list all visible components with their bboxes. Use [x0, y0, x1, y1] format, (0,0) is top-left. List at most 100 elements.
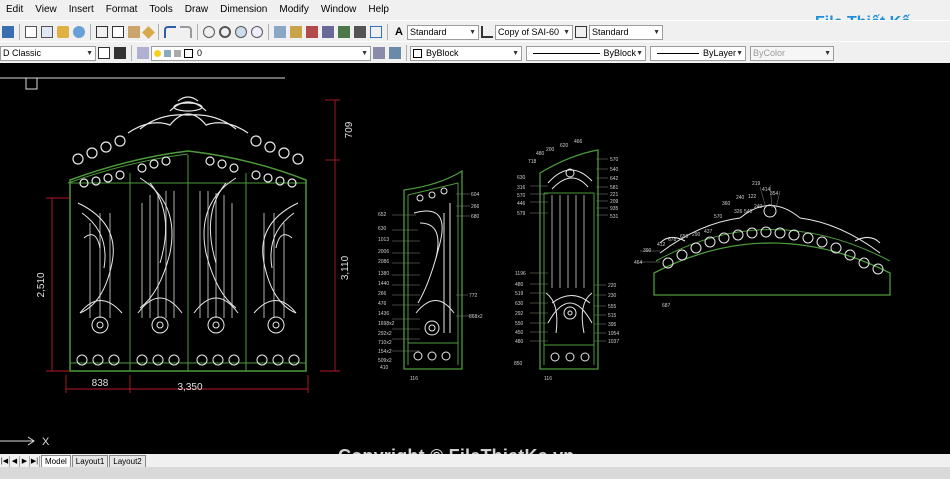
- calculator-icon[interactable]: [354, 26, 366, 38]
- last-tab-icon[interactable]: ▶|: [30, 456, 40, 467]
- menu-format[interactable]: Format: [100, 0, 144, 20]
- undo-icon[interactable]: [164, 26, 176, 38]
- sheet-set-icon[interactable]: [322, 26, 334, 38]
- linetype-preview: [533, 52, 600, 54]
- zoom-window-icon[interactable]: [235, 26, 247, 38]
- table-style-select[interactable]: Standard ▼: [589, 24, 663, 40]
- 3d-dwf-icon[interactable]: [73, 26, 85, 38]
- svg-text:209: 209: [610, 199, 619, 205]
- dim-height-panel: 2,510: [36, 272, 47, 297]
- menu-edit[interactable]: Edit: [0, 0, 29, 20]
- svg-text:680: 680: [471, 214, 480, 220]
- svg-text:630: 630: [515, 301, 524, 307]
- menu-modify[interactable]: Modify: [273, 0, 314, 20]
- menu-help[interactable]: Help: [362, 0, 395, 20]
- zoom-realtime-icon[interactable]: [219, 26, 231, 38]
- svg-text:850: 850: [514, 361, 523, 367]
- svg-text:464: 464: [634, 260, 643, 266]
- next-tab-icon[interactable]: ▶: [20, 456, 30, 467]
- match-properties-icon[interactable]: [142, 25, 155, 39]
- layer-select[interactable]: 0 ▼: [151, 45, 371, 61]
- plot-preview-icon[interactable]: [41, 26, 53, 38]
- make-current-layer-icon[interactable]: [373, 47, 385, 59]
- svg-text:570: 570: [517, 193, 526, 199]
- drawing-canvas[interactable]: 709 3,110 2,510 838 3,350 652 630 1013 2…: [0, 63, 950, 454]
- menu-tools[interactable]: Tools: [143, 0, 178, 20]
- dim-style-value: Copy of SAI-60: [498, 27, 560, 37]
- tab-layout2[interactable]: Layout2: [109, 455, 146, 467]
- lineweight-select[interactable]: ByLayer ▼: [650, 45, 746, 61]
- tab-model[interactable]: Model: [41, 455, 71, 467]
- tab-layout1[interactable]: Layout1: [71, 455, 109, 467]
- text-style-select[interactable]: Standard ▼: [407, 24, 479, 40]
- markup-icon[interactable]: [338, 26, 350, 38]
- arch-crown-detail: 464390412678 656 290 4375703603262405402194…: [634, 181, 891, 309]
- lightbulb-icon: [154, 49, 161, 57]
- svg-text:519: 519: [515, 291, 524, 297]
- dim-style-icon[interactable]: [481, 26, 493, 38]
- svg-text:678: 678: [668, 237, 677, 243]
- chevron-down-icon: ▼: [361, 49, 368, 57]
- chevron-down-icon: ▼: [636, 49, 643, 57]
- dim-style-select[interactable]: Copy of SAI-60 ▼: [495, 24, 573, 40]
- freeze-icon: [164, 49, 171, 57]
- menu-draw[interactable]: Draw: [179, 0, 214, 20]
- zoom-previous-icon[interactable]: [251, 26, 263, 38]
- chevron-down-icon: ▼: [824, 49, 831, 57]
- svg-text:620: 620: [560, 143, 569, 149]
- svg-text:570: 570: [714, 214, 723, 220]
- copy-icon[interactable]: [112, 26, 124, 38]
- color-select[interactable]: ByBlock ▼: [410, 45, 522, 61]
- text-style-icon[interactable]: A: [393, 26, 405, 38]
- svg-text:360: 360: [722, 201, 731, 207]
- help-icon[interactable]: [370, 26, 382, 38]
- publish-icon[interactable]: [57, 26, 69, 38]
- redo-icon[interactable]: [180, 26, 192, 38]
- plotstyle-select[interactable]: ByColor ▼: [750, 45, 834, 61]
- svg-text:395: 395: [608, 322, 617, 328]
- cut-icon[interactable]: [96, 26, 108, 38]
- menu-window[interactable]: Window: [315, 0, 363, 20]
- svg-text:122: 122: [748, 194, 757, 200]
- layer-properties-icon[interactable]: [137, 47, 149, 59]
- svg-text:266: 266: [471, 204, 480, 210]
- svg-text:221: 221: [610, 192, 619, 198]
- table-style-icon[interactable]: [575, 26, 587, 38]
- menu-dimension[interactable]: Dimension: [214, 0, 273, 20]
- menu-view[interactable]: View: [29, 0, 63, 20]
- gate-leaf-detail: 652 630 1013 2006 2086 1380 1440 266 476 1436 1698…: [378, 169, 483, 382]
- svg-text:354: 354: [770, 191, 779, 197]
- svg-text:868x2: 868x2: [469, 314, 483, 320]
- workspace-settings-icon[interactable]: [98, 47, 110, 59]
- svg-text:540: 540: [744, 209, 753, 215]
- design-center-icon[interactable]: [290, 26, 302, 38]
- layout-tabs: |◀ ◀ ▶ ▶| Model Layout1 Layout2: [0, 454, 950, 467]
- chevron-down-icon: ▼: [86, 49, 93, 57]
- svg-text:550: 550: [515, 321, 524, 327]
- svg-text:290: 290: [692, 232, 701, 238]
- linetype-select[interactable]: ByBlock ▼: [526, 45, 646, 61]
- svg-text:1037: 1037: [608, 339, 619, 345]
- layer-previous-icon[interactable]: [389, 47, 401, 59]
- text-style-value: Standard: [410, 27, 447, 37]
- svg-text:1054: 1054: [608, 331, 619, 337]
- print-icon[interactable]: [25, 26, 37, 38]
- workspace-select[interactable]: D Classic ▼: [0, 45, 96, 61]
- svg-text:652: 652: [378, 212, 387, 218]
- svg-text:412: 412: [657, 242, 666, 248]
- paste-icon[interactable]: [128, 26, 140, 38]
- workspace-save-icon[interactable]: [114, 47, 126, 59]
- tool-palettes-icon[interactable]: [306, 26, 318, 38]
- color-swatch-icon: [184, 48, 193, 58]
- prev-tab-icon[interactable]: ◀: [10, 456, 20, 467]
- svg-text:630: 630: [517, 175, 526, 181]
- menu-insert[interactable]: Insert: [63, 0, 100, 20]
- narrow-leaf-detail: 718480200620466 630316570446579 57054064…: [514, 139, 619, 382]
- svg-text:604: 604: [471, 192, 480, 198]
- first-tab-icon[interactable]: |◀: [0, 456, 10, 467]
- svg-text:642: 642: [610, 176, 619, 182]
- ucs-icon: [0, 436, 35, 446]
- properties-icon[interactable]: [274, 26, 286, 38]
- save-icon[interactable]: [2, 26, 14, 38]
- pan-icon[interactable]: [203, 26, 215, 38]
